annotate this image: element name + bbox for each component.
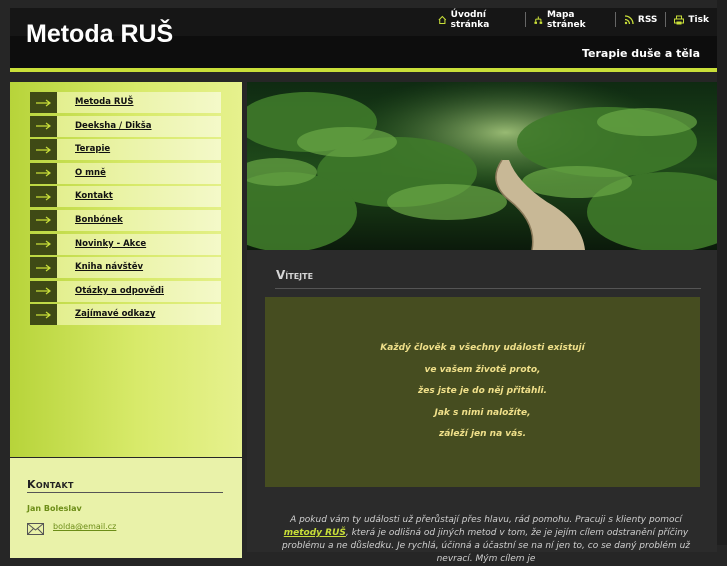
nav-home-label: Úvodní stránka (450, 9, 490, 30)
contact-email-link[interactable]: bolda@email.cz (53, 522, 116, 531)
nav-sitemap-link[interactable]: Mapa stránek (526, 9, 616, 30)
sidebar-menu-label: Kontakt (57, 186, 221, 208)
main-menu: Metoda RUŠ Deeksha / Dikša Terapie O mně Kon… (30, 92, 221, 328)
contact-name: Jan Boleslav (27, 504, 82, 513)
nav-rss-label: RSS (637, 14, 658, 25)
sidebar-menu-item[interactable]: Deeksha / Dikša (30, 115, 221, 137)
arrow-right-icon (30, 115, 57, 137)
arrow-right-icon (30, 186, 57, 208)
nav-sitemap-label: Mapa stránek (546, 9, 586, 30)
nav-print-link[interactable]: Tisk (666, 12, 717, 27)
site-tagline: Terapie duše a těla (582, 47, 700, 60)
arrow-right-icon (30, 304, 57, 326)
arrow-right-icon (30, 92, 57, 113)
heading-divider (275, 288, 701, 289)
sitemap-icon (534, 16, 543, 24)
quote-line: Jak s nimi naložíte, (434, 407, 531, 418)
arrow-right-icon (30, 162, 57, 184)
sidebar-menu-label: Terapie (57, 139, 221, 161)
arrow-right-icon (30, 209, 57, 231)
arrow-right-icon (30, 257, 57, 279)
sidebar-menu-item[interactable]: Kontakt (30, 186, 221, 208)
sidebar-menu-item[interactable]: Zajímavé odkazy (30, 304, 221, 326)
sidebar-menu-item[interactable]: Novinky - Akce (30, 233, 221, 255)
quote-line: Každý člověk a všechny události existují (380, 343, 585, 354)
right-edge (717, 0, 727, 545)
rss-icon (624, 14, 634, 24)
main-content: Vítejte Každý člověk a všechny události … (247, 82, 717, 564)
contact-heading: Kontakt (27, 478, 74, 491)
quote-line: ve vašem životě proto, (424, 364, 541, 375)
sidebar-menu-item[interactable]: Metoda RUŠ (30, 92, 221, 113)
nav-home-link[interactable]: Úvodní stránka (430, 9, 527, 30)
contact-box: Kontakt Jan Boleslav bolda@email.cz (10, 458, 242, 558)
quote-box: Každý člověk a všechny události existují… (265, 297, 700, 487)
print-icon (674, 15, 685, 24)
arrow-right-icon (30, 280, 57, 302)
quote-line: záleží jen na vás. (438, 429, 527, 440)
site-title[interactable]: Metoda RUŠ (26, 20, 173, 49)
sidebar-menu-item[interactable]: Terapie (30, 139, 221, 161)
site-header: Metoda RUŠ Úvodní stránka Mapa stránek R… (10, 8, 717, 72)
sidebar-menu-label: Otázky a odpovědi (57, 280, 221, 302)
arrow-right-icon (30, 139, 57, 161)
sidebar-menu-item[interactable]: Kniha návštěv (30, 257, 221, 279)
sidebar-menu-label: Kniha návštěv (57, 257, 221, 279)
sidebar-menu-item[interactable]: Bonbónek (30, 209, 221, 231)
sidebar-menu-item[interactable]: O mně (30, 162, 221, 184)
quote-line: žes jste je do něj přitáhli. (418, 386, 547, 397)
nav-print-label: Tisk (688, 14, 709, 25)
metoda-rus-link[interactable]: metody RUŠ (284, 528, 346, 538)
contact-divider (27, 492, 223, 493)
sidebar-menu-label: Zajímavé odkazy (57, 304, 221, 326)
hero-image (247, 82, 717, 250)
sidebar-menu-label: Bonbónek (57, 209, 221, 231)
sidebar-menu-label: Novinky - Akce (57, 233, 221, 255)
top-navigation: Úvodní stránka Mapa stránek RSS Tisk (430, 9, 717, 30)
intro-paragraph: A pokud vám ty události už přerůstají př… (271, 514, 701, 566)
home-icon (438, 15, 447, 24)
intro-text: A pokud vám ty události už přerůstají př… (290, 515, 682, 525)
sidebar-menu-label: O mně (57, 162, 221, 184)
sidebar-menu-label: Deeksha / Dikša (57, 115, 221, 137)
sidebar-menu-item[interactable]: Otázky a odpovědi (30, 280, 221, 302)
mail-icon (27, 523, 44, 535)
left-sidebar: Metoda RUŠ Deeksha / Dikša Terapie O mně Kon… (10, 82, 242, 457)
nav-rss-link[interactable]: RSS (616, 12, 667, 27)
arrow-right-icon (30, 233, 57, 255)
sidebar-menu-label: Metoda RUŠ (57, 92, 221, 113)
page-heading: Vítejte (276, 268, 314, 282)
